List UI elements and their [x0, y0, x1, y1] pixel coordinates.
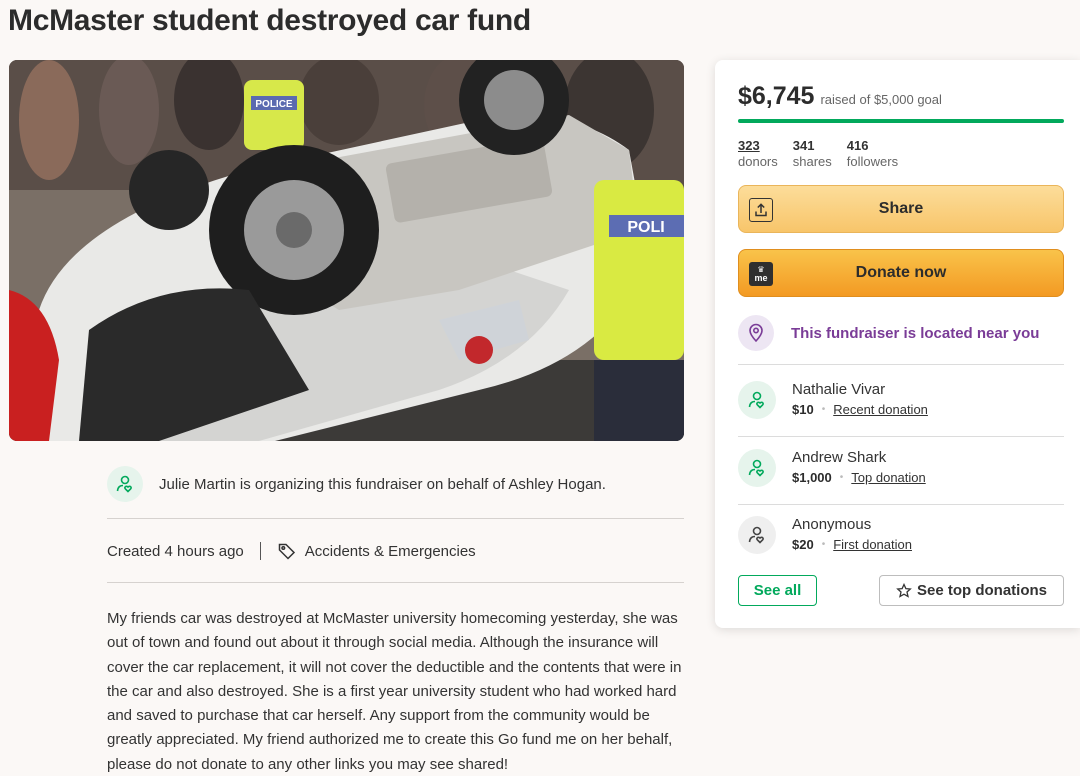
donate-icon-text: me [754, 273, 768, 283]
donor-name: Andrew Shark [792, 449, 887, 466]
stat-followers: 416 followers [847, 138, 898, 170]
share-upload-icon [749, 198, 773, 222]
raised-summary: $6,745 raised of $5,000 goal [738, 82, 942, 111]
donation-info: Andrew Shark $1,000 • Top donation [792, 448, 926, 488]
donation-amount: $20 [792, 537, 814, 552]
user-heart-icon [738, 516, 776, 554]
user-heart-icon [738, 381, 776, 419]
campaign-meta: Created 4 hours ago Accidents & Emergenc… [107, 538, 476, 564]
created-time: Created 4 hours ago [107, 542, 244, 560]
police-vest-text-1: POLICE [255, 99, 293, 110]
donation-item: Anonymous $20 • First donation [738, 511, 1064, 559]
share-label: Share [878, 200, 924, 217]
divider [107, 518, 684, 519]
stat-value: 341 [792, 138, 815, 153]
location-pin-icon [738, 315, 774, 351]
stats-row: 323 donors 341 shares 416 followers [738, 138, 898, 170]
donate-label: Donate now [855, 264, 947, 281]
donate-now-button[interactable]: ♛ me Donate now [738, 249, 1064, 297]
stat-shares: 341 shares [793, 138, 832, 170]
donation-item: Andrew Shark $1,000 • Top donation [738, 444, 1064, 492]
divider [738, 504, 1064, 505]
campaign-photo: POLICE POLI [9, 60, 684, 441]
donation-type-link[interactable]: Top donation [851, 468, 925, 488]
stat-donors[interactable]: 323 donors [738, 138, 778, 170]
divider [107, 582, 684, 583]
user-heart-icon [107, 466, 143, 502]
divider [738, 436, 1064, 437]
donation-sidebar-card: $6,745 raised of $5,000 goal 323 donors … [715, 60, 1080, 628]
goal-text: raised of $5,000 goal [820, 92, 942, 107]
see-all-button[interactable]: See all [738, 575, 817, 606]
meta-separator [259, 542, 261, 560]
donation-detail: $20 • First donation [792, 535, 912, 555]
donation-type-link[interactable]: First donation [833, 535, 912, 555]
tag-icon [278, 543, 295, 560]
stat-value: 416 [846, 138, 869, 153]
raised-amount: $6,745 [738, 82, 815, 110]
page-title: McMaster student destroyed car fund [8, 4, 531, 37]
police-vest-text-2: POLI [627, 219, 664, 236]
stat-label: shares [792, 154, 832, 169]
donation-detail: $10 • Recent donation [792, 400, 928, 420]
donation-amount: $1,000 [792, 470, 832, 485]
location-notice: This fundraiser is located near you [738, 312, 1064, 354]
dot-separator: • [821, 404, 826, 415]
donor-name: Anonymous [792, 516, 872, 533]
donation-detail: $1,000 • Top donation [792, 468, 926, 488]
share-button[interactable]: Share [738, 185, 1064, 233]
user-heart-icon [738, 449, 776, 487]
category-link[interactable]: Accidents & Emergencies [277, 541, 476, 561]
category-label: Accidents & Emergencies [304, 542, 476, 560]
divider [738, 364, 1064, 365]
campaign-story: My friends car was destroyed at McMaster… [107, 610, 682, 773]
organizer-text: Julie Martin is organizing this fundrais… [159, 475, 606, 493]
donation-amount: $10 [792, 402, 814, 417]
dot-separator: • [839, 472, 844, 483]
progress-fill [738, 119, 1064, 123]
star-outline-icon [896, 582, 912, 598]
donation-info: Anonymous $20 • First donation [792, 515, 912, 555]
location-text: This fundraiser is located near you [791, 324, 1040, 342]
donation-info: Nathalie Vivar $10 • Recent donation [792, 380, 928, 420]
donor-name: Nathalie Vivar [792, 381, 886, 398]
organizer-row: Julie Martin is organizing this fundrais… [107, 464, 684, 504]
gofundme-logo-icon: ♛ me [749, 262, 773, 286]
see-top-donations-button[interactable]: See top donations [879, 575, 1064, 606]
progress-bar [738, 119, 1064, 123]
donation-item: Nathalie Vivar $10 • Recent donation [738, 376, 1064, 424]
stat-value: 323 [738, 138, 760, 153]
see-top-donations-label: See top donations [916, 582, 1047, 599]
stat-label: followers [846, 154, 899, 169]
donation-type-link[interactable]: Recent donation [833, 400, 928, 420]
dot-separator: • [821, 539, 826, 550]
stat-label: donors [738, 154, 778, 169]
